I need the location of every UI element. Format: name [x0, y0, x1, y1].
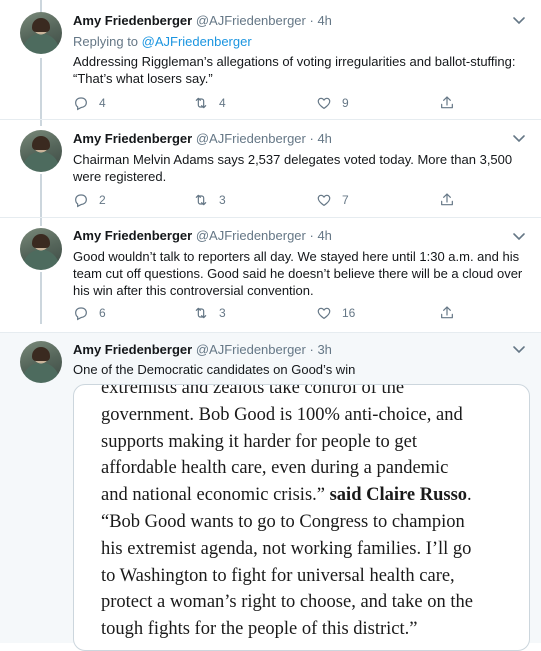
replying-to: Replying to @AJFriedenberger	[73, 33, 528, 50]
avatar[interactable]	[20, 130, 62, 172]
statement-fragment: and national economic crisis.”	[101, 485, 330, 506]
replying-handle-link[interactable]: @AJFriedenberger	[142, 34, 252, 49]
reply-icon	[75, 194, 87, 208]
tweet-text: One of the Democratic candidates on Good…	[73, 362, 356, 377]
statement-line: his extremist agenda, not working famili…	[101, 538, 472, 559]
timestamp[interactable]: 4h	[317, 13, 331, 28]
statement-line: and national economic crisis.” said Clai…	[101, 482, 511, 509]
statement-line: affordable health care, even during a pa…	[101, 458, 449, 479]
author-handle[interactable]: @AJFriedenberger	[196, 342, 306, 357]
retweet-count: 4	[219, 96, 226, 110]
share-button[interactable]	[439, 93, 455, 113]
retweet-count: 3	[219, 306, 226, 320]
retweet-icon	[195, 307, 207, 319]
statement-line: extremists and zealots take control of t…	[101, 384, 405, 398]
separator-dot: ·	[309, 228, 314, 243]
statement-line: supports making it harder for people to …	[101, 431, 417, 452]
tweet-header: Amy Friedenberger @AJFriedenberger · 4h	[73, 13, 332, 28]
author-handle[interactable]: @AJFriedenberger	[196, 13, 306, 28]
author-name[interactable]: Amy Friedenberger	[73, 342, 192, 357]
timestamp[interactable]: 4h	[317, 131, 331, 146]
like-count: 16	[342, 306, 356, 320]
chevron-down-icon[interactable]	[511, 12, 527, 28]
statement-text: extremists and zealots take control of t…	[101, 384, 511, 643]
retweet-icon	[195, 194, 207, 206]
avatar[interactable]	[20, 341, 62, 383]
tweet-text: Chairman Melvin Adams says 2,537 delegat…	[73, 152, 513, 184]
tweet-actions: 4 4 9	[73, 93, 473, 113]
reply-count: 2	[99, 193, 106, 207]
retweet-button[interactable]: 4	[193, 93, 226, 113]
avatar[interactable]	[20, 12, 62, 54]
statement-line: tough fights for the people of this dist…	[101, 619, 418, 640]
share-icon	[441, 306, 453, 319]
share-icon	[441, 193, 453, 206]
tweet-actions: 6 3 16	[73, 303, 473, 323]
like-count: 7	[342, 193, 349, 207]
statement-attribution: said Claire Russo	[329, 485, 468, 506]
timestamp[interactable]: 3h	[317, 342, 331, 357]
author-name[interactable]: Amy Friedenberger	[73, 228, 192, 243]
tweet-actions: 2 3 7	[73, 190, 473, 210]
statement-line: government. Bob Good is 100% anti-choice…	[101, 404, 463, 425]
avatar[interactable]	[20, 228, 62, 270]
reply-button[interactable]: 4	[73, 93, 106, 113]
replying-prefix: Replying to	[73, 34, 142, 49]
tweet-media-image[interactable]: extremists and zealots take control of t…	[73, 384, 530, 651]
tweet-header: Amy Friedenberger @AJFriedenberger · 4h	[73, 228, 332, 243]
tweet[interactable]: Amy Friedenberger @AJFriedenberger · 4h …	[0, 0, 541, 119]
separator-dot: ·	[309, 342, 314, 357]
share-button[interactable]	[439, 190, 455, 210]
retweet-count: 3	[219, 193, 226, 207]
heart-icon	[317, 97, 331, 110]
heart-icon	[317, 194, 331, 207]
tweet-text: Addressing Riggleman’s allegations of vo…	[73, 54, 516, 86]
like-count: 9	[342, 96, 349, 110]
share-button[interactable]	[439, 303, 455, 323]
statement-line: to Washington to fight for universal hea…	[101, 565, 455, 586]
share-icon	[441, 96, 453, 109]
statement-line: “Bob Good wants to go to Congress to cha…	[101, 511, 465, 532]
author-name[interactable]: Amy Friedenberger	[73, 13, 192, 28]
tweet-header: Amy Friedenberger @AJFriedenberger · 3h	[73, 342, 332, 357]
reply-icon	[75, 97, 87, 111]
reply-count: 6	[99, 306, 106, 320]
author-handle[interactable]: @AJFriedenberger	[196, 228, 306, 243]
like-button[interactable]: 16	[316, 303, 355, 323]
author-name[interactable]: Amy Friedenberger	[73, 131, 192, 146]
reply-count: 4	[99, 96, 106, 110]
reply-button[interactable]: 2	[73, 190, 106, 210]
chevron-down-icon[interactable]	[511, 130, 527, 146]
reply-button[interactable]: 6	[73, 303, 106, 323]
timestamp[interactable]: 4h	[317, 228, 331, 243]
statement-fragment: .	[467, 485, 472, 506]
heart-icon	[317, 307, 331, 320]
separator-dot: ·	[309, 13, 314, 28]
reply-icon	[75, 307, 87, 321]
tweet-header: Amy Friedenberger @AJFriedenberger · 4h	[73, 131, 332, 146]
retweet-button[interactable]: 3	[193, 190, 226, 210]
like-button[interactable]: 7	[316, 190, 349, 210]
statement-line: protect a woman’s right to choose, and t…	[101, 592, 473, 613]
author-handle[interactable]: @AJFriedenberger	[196, 131, 306, 146]
separator-dot: ·	[309, 131, 314, 146]
like-button[interactable]: 9	[316, 93, 349, 113]
chevron-down-icon[interactable]	[511, 341, 527, 357]
tweet-text: Good wouldn’t talk to reporters all day.…	[73, 249, 523, 298]
retweet-icon	[195, 97, 207, 109]
chevron-down-icon[interactable]	[511, 228, 527, 244]
tweet[interactable]: Amy Friedenberger @AJFriedenberger · 4h …	[0, 120, 541, 217]
tweet[interactable]: Amy Friedenberger @AJFriedenberger · 4h …	[0, 218, 541, 332]
retweet-button[interactable]: 3	[193, 303, 226, 323]
